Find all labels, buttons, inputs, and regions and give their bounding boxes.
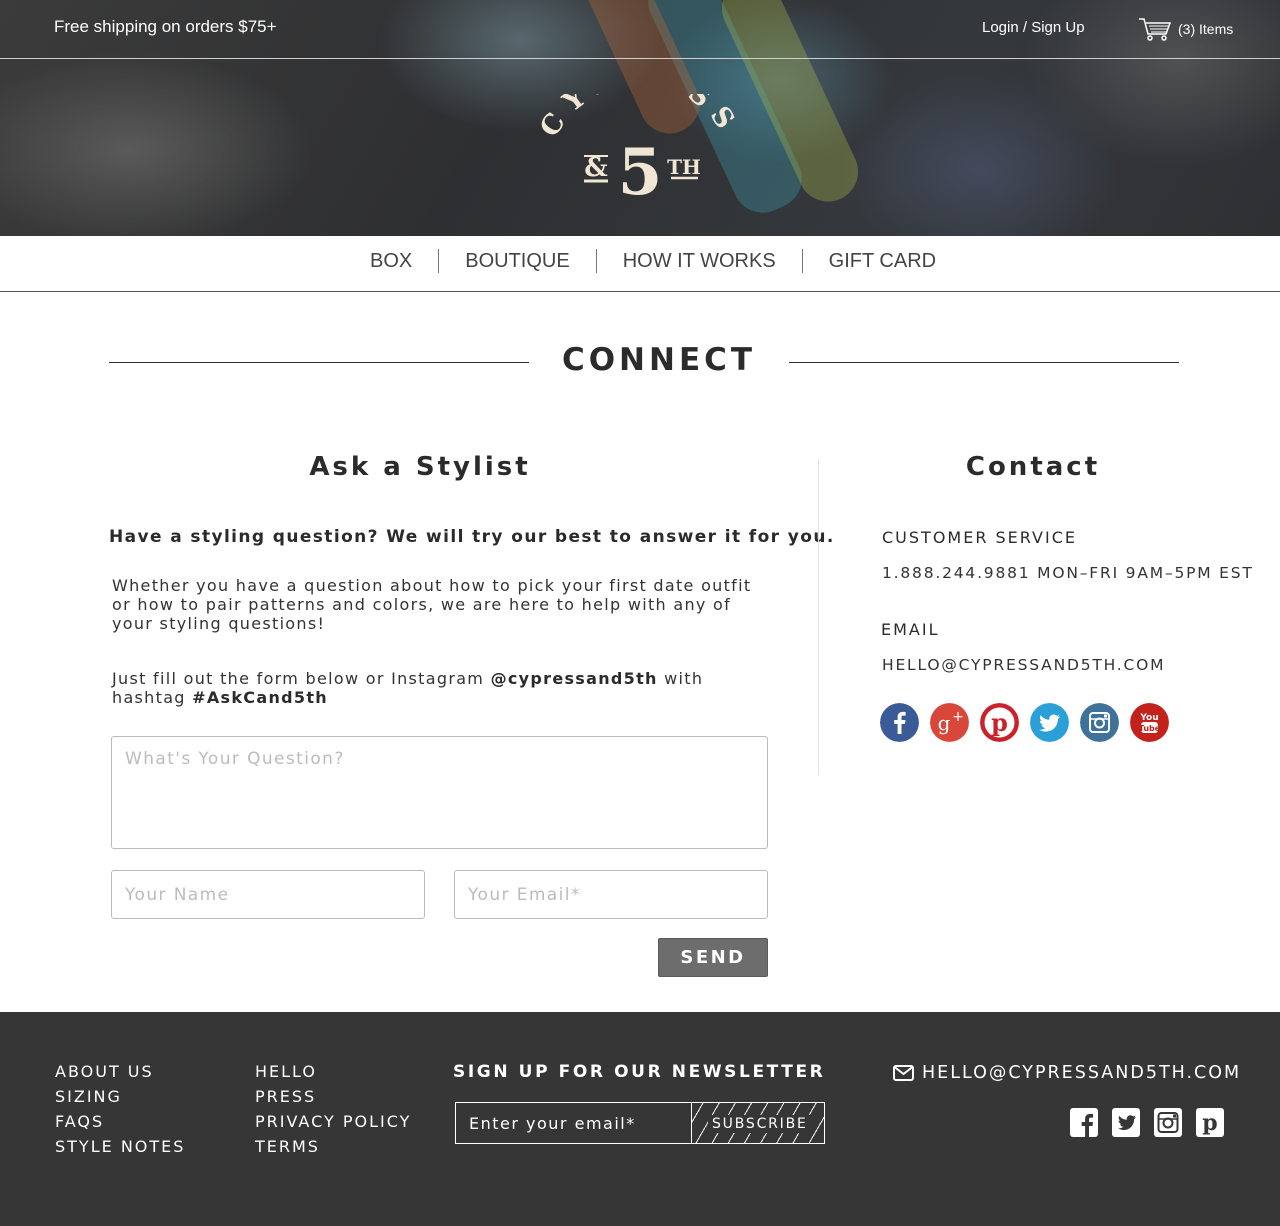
- newsletter-heading: SIGN UP FOR OUR NEWSLETTER: [453, 1062, 826, 1082]
- ask-stylist-instructions: Just fill out the form below or Instagra…: [112, 669, 772, 707]
- cart-button[interactable]: (3) Items: [1138, 16, 1233, 42]
- nav-item-box[interactable]: BOX: [344, 248, 438, 274]
- footer-link-hello[interactable]: HELLO: [255, 1062, 317, 1081]
- instagram-icon[interactable]: [1080, 703, 1119, 742]
- footer-link-style-notes[interactable]: STYLE NOTES: [55, 1137, 185, 1156]
- name-field[interactable]: [111, 870, 425, 919]
- contact-heading: Contact: [965, 452, 1101, 482]
- footer-link-about-us[interactable]: ABOUT US: [55, 1062, 154, 1081]
- logo-suffix: TH: [667, 155, 701, 179]
- column-divider: [818, 460, 819, 775]
- footer-link-sizing[interactable]: SIZING: [55, 1087, 122, 1106]
- footer-link-privacy-policy[interactable]: PRIVACY POLICY: [255, 1112, 411, 1131]
- ask-stylist-lead: Have a styling question? We will try our…: [109, 527, 835, 547]
- google-plus-icon[interactable]: g +: [930, 703, 969, 742]
- ask-stylist-heading: Ask a Stylist: [309, 452, 531, 482]
- newsletter-email-field[interactable]: [455, 1102, 692, 1144]
- footer-link-faqs[interactable]: FAQS: [55, 1112, 104, 1131]
- instagram-handle: @cypressand5th: [490, 669, 658, 688]
- twitter-icon[interactable]: [1112, 1108, 1140, 1137]
- logo-number: 5: [618, 135, 663, 200]
- title-rule-left: [109, 362, 529, 363]
- nav-item-how-it-works[interactable]: HOW IT WORKS: [597, 248, 802, 274]
- subscribe-button[interactable]: SUBSCRIBE: [691, 1102, 825, 1144]
- free-shipping-notice: Free shipping on orders $75+: [54, 17, 277, 36]
- cart-count: (3) Items: [1178, 21, 1234, 37]
- instructions-text: Just fill out the form below or Instagra…: [112, 669, 491, 688]
- footer-email-link[interactable]: HELLO@CYPRESSAND5TH.COM: [893, 1063, 1241, 1083]
- email-label: EMAIL: [881, 620, 940, 639]
- logo-ampersand: &: [584, 153, 607, 183]
- svg-text:p: p: [991, 708, 1008, 737]
- nav-item-boutique[interactable]: BOUTIQUE: [439, 248, 595, 274]
- twitter-icon[interactable]: [1030, 703, 1069, 742]
- subscribe-label: SUBSCRIBE: [708, 1115, 812, 1133]
- envelope-icon: [893, 1065, 914, 1081]
- pinterest-icon[interactable]: p: [980, 703, 1019, 742]
- svg-text:+: +: [952, 709, 964, 725]
- svg-text:You: You: [1139, 713, 1158, 723]
- footer-social-links: p: [1070, 1108, 1224, 1137]
- email-field[interactable]: [454, 870, 768, 919]
- svg-text:g: g: [938, 711, 951, 735]
- question-field[interactable]: [111, 736, 768, 849]
- instagram-icon[interactable]: [1154, 1108, 1182, 1137]
- facebook-icon[interactable]: [1070, 1108, 1098, 1137]
- youtube-icon[interactable]: You Tube: [1130, 703, 1169, 742]
- footer-email-text: HELLO@CYPRESSAND5TH.COM: [922, 1063, 1242, 1083]
- svg-text:p: p: [1202, 1110, 1217, 1136]
- top-bar: Free shipping on orders $75+ Login / Sig…: [0, 0, 1280, 59]
- footer-link-press[interactable]: PRESS: [255, 1087, 316, 1106]
- ask-stylist-description: Whether you have a question about how to…: [112, 576, 752, 633]
- main-navigation: BOX BOUTIQUE HOW IT WORKS GIFT CARD: [0, 236, 1280, 292]
- svg-text:Tube: Tube: [1139, 724, 1161, 733]
- facebook-icon[interactable]: [880, 703, 919, 742]
- title-rule-right: [789, 362, 1179, 363]
- customer-service-label: CUSTOMER SERVICE: [882, 528, 1077, 547]
- hashtag: #AskCand5th: [192, 688, 328, 707]
- shopping-cart-icon: [1139, 18, 1172, 41]
- social-links: g + p You Tube: [880, 703, 1169, 742]
- contact-email: HELLO@CYPRESSAND5TH.COM: [882, 656, 1166, 674]
- customer-service-phone: 1.888.244.9881 MON–FRI 9AM–5PM EST: [882, 564, 1254, 582]
- page-title: CONNECT: [561, 342, 757, 378]
- pinterest-icon[interactable]: p: [1196, 1108, 1224, 1137]
- cypress-and-5th-logo[interactable]: CYPRESS & 5 TH: [538, 94, 742, 200]
- login-signup-link[interactable]: Login / Sign Up: [982, 19, 1085, 36]
- footer-link-terms[interactable]: TERMS: [255, 1137, 320, 1156]
- hero-banner: Free shipping on orders $75+ Login / Sig…: [0, 0, 1280, 236]
- nav-item-gift-card[interactable]: GIFT CARD: [803, 248, 962, 274]
- send-button[interactable]: SEND: [658, 938, 768, 977]
